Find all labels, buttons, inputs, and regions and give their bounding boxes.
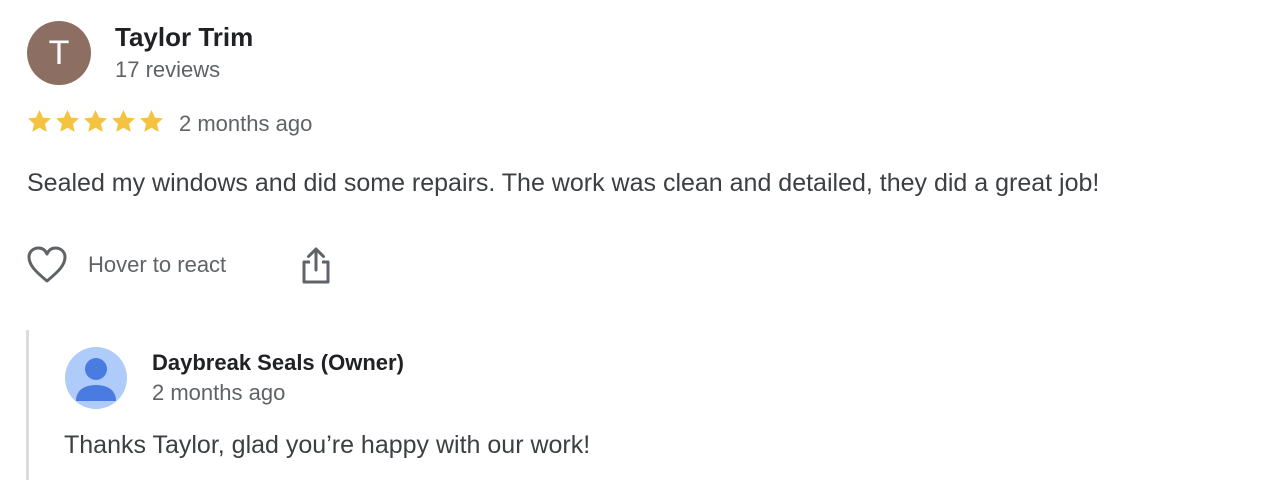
owner-reply: Daybreak Seals (Owner) 2 months ago Than… (26, 330, 1229, 480)
reviewer-review-count: 17 reviews (115, 57, 221, 82)
share-button[interactable] (300, 246, 332, 286)
star-icon (84, 110, 107, 132)
heart-outline-icon (27, 246, 67, 283)
reviewer-name[interactable]: Taylor Trim (115, 22, 253, 53)
star-icon (112, 110, 135, 132)
react-label[interactable]: Hover to react (88, 252, 226, 278)
star-icon (28, 110, 51, 132)
owner-reply-text: Thanks Taylor, glad you’re happy with ou… (64, 431, 591, 459)
star-rating (26, 108, 165, 135)
reviewer-avatar-initial: T (48, 33, 70, 72)
star-icon (140, 110, 163, 132)
react-button[interactable] (26, 245, 68, 285)
owner-avatar (65, 347, 127, 409)
reviewer-avatar[interactable]: T (27, 21, 91, 85)
owner-reply-date: 2 months ago (152, 380, 286, 405)
review-date: 2 months ago (179, 111, 313, 136)
share-icon (302, 247, 330, 284)
star-icon (56, 110, 79, 132)
review-text: Sealed my windows and did some repairs. … (27, 169, 1100, 197)
default-person-icon (76, 358, 116, 401)
owner-name: Daybreak Seals (Owner) (152, 350, 404, 375)
